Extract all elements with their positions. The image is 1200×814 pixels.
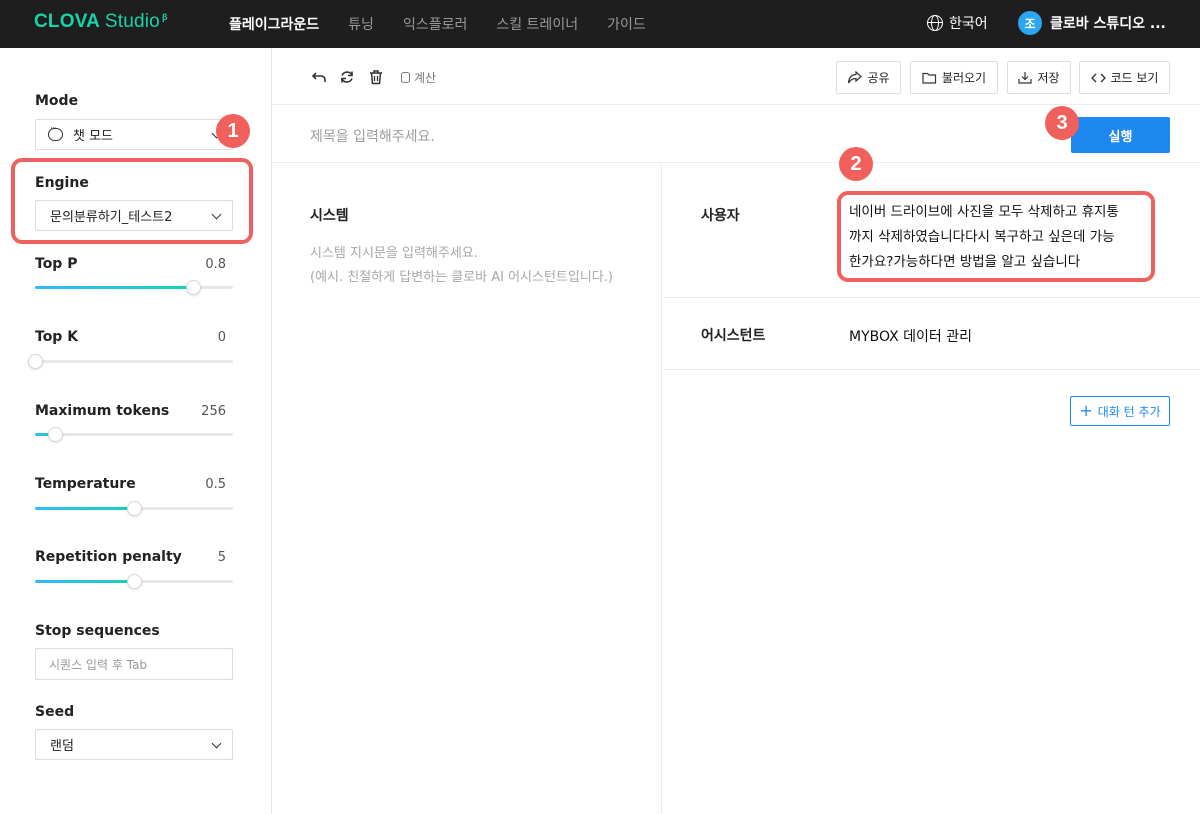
user-role-label: 사용자: [701, 208, 740, 224]
mode-value: 챗 모드: [73, 129, 114, 144]
slider-handle[interactable]: [28, 354, 43, 369]
slider-handle[interactable]: [127, 574, 142, 589]
run-button[interactable]: 실행: [1071, 117, 1170, 153]
nav-skill-trainer[interactable]: 스킬 트레이너: [496, 14, 578, 34]
trash-icon[interactable]: [368, 69, 384, 85]
top-k-slider[interactable]: [28, 354, 233, 369]
top-p-label: Top P: [35, 256, 78, 272]
system-title: 시스템: [310, 208, 349, 224]
repetition-penalty-slider[interactable]: [35, 574, 233, 589]
system-placeholder: 시스템 지시문을 입력해주세요.: [310, 246, 478, 261]
slider-fill: [35, 286, 194, 289]
add-turn-label: 대화 턴 추가: [1097, 404, 1161, 419]
system-placeholder-example: (예시. 친절하게 답변하는 클로바 AI 어시스턴트입니다.): [310, 270, 613, 285]
nav-guide[interactable]: 가이드: [607, 14, 646, 34]
max-tokens-label: Maximum tokens: [35, 403, 170, 419]
temperature-label: Temperature: [35, 476, 136, 492]
step-badge-2: 2: [839, 147, 873, 181]
logo-studio: Studio: [104, 11, 160, 32]
chat-bubble-icon: [48, 124, 63, 141]
chevron-down-icon: [211, 738, 222, 749]
share-button[interactable]: 공유: [836, 61, 901, 94]
logo-brand: CLOVA: [34, 11, 100, 32]
user-menu[interactable]: 조 클로바 스튜디오 ...: [1018, 11, 1166, 35]
nav-tuning[interactable]: 튜닝: [348, 14, 374, 34]
user-message-line: 한가요?가능하다면 방법을 알고 싶습니다: [849, 254, 1081, 270]
step-badge-3: 3: [1045, 106, 1079, 140]
engine-label: Engine: [35, 175, 89, 191]
download-icon: [1018, 72, 1033, 84]
load-button[interactable]: 불러오기: [910, 61, 998, 94]
globe-icon: [927, 15, 943, 31]
slider-handle[interactable]: [47, 427, 63, 442]
token-calculator[interactable]: 계산: [401, 69, 436, 86]
parameter-sidebar: Mode 챗 모드 Engine 문의분류하기_테스트2 Top P 0.8 T…: [0, 48, 272, 814]
load-label: 불러오기: [941, 71, 987, 85]
assistant-message[interactable]: MYBOX 데이터 관리: [849, 326, 972, 346]
nav-explorer[interactable]: 익스플로러: [403, 14, 467, 34]
slider-fill: [35, 580, 134, 583]
language-selector[interactable]: 한국어: [927, 13, 988, 33]
seed-value: 랜덤: [50, 739, 74, 754]
add-turn-button[interactable]: + 대화 턴 추가: [1070, 396, 1170, 426]
share-label: 공유: [867, 71, 890, 85]
assistant-turn-row: 어시스턴트 MYBOX 데이터 관리: [663, 298, 1200, 370]
engine-select[interactable]: 문의분류하기_테스트2: [35, 200, 233, 231]
language-label: 한국어: [949, 16, 988, 32]
user-name: 클로바 스튜디오 ...: [1050, 16, 1166, 32]
chevron-down-icon: [211, 209, 222, 220]
step-badge-1: 1: [216, 114, 250, 148]
logo-mark: β: [161, 11, 168, 22]
title-input[interactable]: 제목을 입력해주세요.: [310, 126, 435, 146]
assistant-role-label: 어시스턴트: [701, 328, 766, 344]
user-message[interactable]: 네이버 드라이브에 사진을 모두 삭제하고 휴지통 까지 삭제하였습니다다시 복…: [849, 200, 1149, 275]
save-label: 저장: [1037, 71, 1060, 85]
top-k-value: 0: [217, 330, 226, 345]
save-button[interactable]: 저장: [1007, 61, 1071, 94]
repetition-penalty-label: Repetition penalty: [35, 549, 182, 565]
plus-icon: +: [1079, 401, 1093, 420]
conversation-pane: 사용자 네이버 드라이브에 사진을 모두 삭제하고 휴지통 까지 삭제하였습니다…: [663, 164, 1200, 814]
view-code-label: 코드 보기: [1110, 71, 1159, 85]
user-message-line: 까지 삭제하였습니다다시 복구하고 싶은데 가능: [849, 229, 1115, 245]
avatar: 조: [1018, 11, 1042, 35]
user-turn-row: 사용자 네이버 드라이브에 사진을 모두 삭제하고 휴지통 까지 삭제하였습니다…: [663, 164, 1200, 298]
temperature-value: 0.5: [205, 477, 226, 492]
clova-studio-logo[interactable]: CLOVA Studio β: [34, 11, 168, 33]
max-tokens-slider[interactable]: [35, 427, 233, 442]
share-icon: [848, 71, 863, 84]
top-navigation-bar: CLOVA Studio β 플레이그라운드 튜닝 익스플로러 스킬 트레이너 가…: [0, 0, 1200, 48]
top-k-label: Top K: [35, 329, 79, 345]
seed-select[interactable]: 랜덤: [35, 729, 233, 760]
mode-label: Mode: [35, 93, 79, 109]
slider-handle[interactable]: [127, 501, 142, 516]
nav-playground[interactable]: 플레이그라운드: [229, 14, 319, 34]
code-icon: [1090, 73, 1106, 82]
system-prompt-pane[interactable]: 시스템 시스템 지시문을 입력해주세요. (예시. 친절하게 답변하는 클로바 …: [272, 164, 662, 814]
top-p-value: 0.8: [205, 257, 226, 272]
refresh-icon[interactable]: [339, 69, 355, 85]
slider-handle[interactable]: [186, 280, 202, 295]
engine-value: 문의분류하기_테스트2: [50, 210, 173, 225]
view-code-button[interactable]: 코드 보기: [1079, 61, 1170, 94]
user-message-line: 네이버 드라이브에 사진을 모두 삭제하고 휴지통: [849, 204, 1119, 220]
calc-label: 계산: [414, 71, 437, 85]
main-nav: 플레이그라운드 튜닝 익스플로러 스킬 트레이너 가이드: [229, 0, 675, 48]
database-icon: [401, 72, 410, 83]
temperature-slider[interactable]: [35, 501, 233, 516]
stop-sequences-input[interactable]: 시퀀스 입력 후 Tab: [35, 648, 233, 680]
folder-icon: [922, 72, 937, 84]
stop-sequences-label: Stop sequences: [35, 623, 160, 639]
undo-icon[interactable]: [311, 69, 327, 85]
editor-toolbar: 계산 공유 불러오기 저장 코드 보기: [272, 48, 1200, 105]
top-p-slider[interactable]: [35, 280, 233, 295]
seed-label: Seed: [35, 704, 75, 720]
slider-fill: [35, 507, 134, 510]
max-tokens-value: 256: [201, 404, 226, 419]
mode-select[interactable]: 챗 모드: [35, 119, 233, 150]
repetition-penalty-value: 5: [217, 550, 226, 565]
playground-main: 계산 공유 불러오기 저장 코드 보기 제목을 입력해주세요. 실행 시스템 시…: [272, 48, 1200, 814]
